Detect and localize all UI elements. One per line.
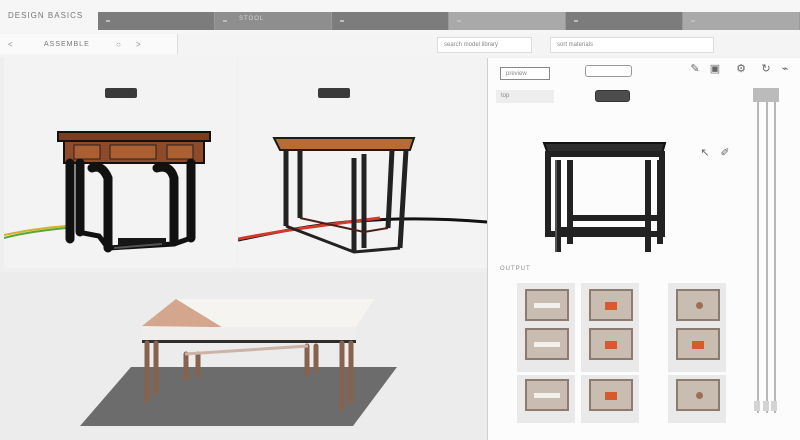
thumbnail-grid-cell[interactable] xyxy=(668,324,726,372)
thumbnail-grid-cell[interactable] xyxy=(517,375,575,423)
table-model-3 xyxy=(80,299,397,426)
thumbnail[interactable] xyxy=(589,289,633,321)
stool-preview xyxy=(542,142,667,252)
tab-3[interactable] xyxy=(332,12,449,30)
edit-icon[interactable]: ✎ xyxy=(688,62,702,76)
tab-5[interactable] xyxy=(566,12,683,30)
thumbnail[interactable] xyxy=(525,289,569,321)
tab-strip: STOOL xyxy=(98,12,800,30)
settings-icon[interactable]: ⚙ xyxy=(734,62,748,76)
thumbnail-grid-cell[interactable] xyxy=(668,375,726,423)
thumbnail-grid-cell[interactable] xyxy=(581,375,639,423)
view-dropdown[interactable]: preview xyxy=(500,67,550,80)
tab-2[interactable]: STOOL xyxy=(215,12,332,30)
tab-6[interactable] xyxy=(683,12,800,30)
thumbnail[interactable] xyxy=(589,328,633,360)
breadcrumb: < ASSEMBLE ○ > xyxy=(0,34,178,54)
thumbnail[interactable] xyxy=(525,379,569,411)
viewport-bottom[interactable] xyxy=(0,272,487,440)
table-model-2 xyxy=(237,137,488,254)
tab-4[interactable] xyxy=(449,12,566,30)
vertical-scrollbar-area[interactable] xyxy=(752,86,780,426)
thumbnail[interactable] xyxy=(525,328,569,360)
back-button[interactable]: < xyxy=(8,40,13,49)
thumbnail[interactable] xyxy=(676,328,720,360)
viewport-handle[interactable] xyxy=(105,88,137,98)
toolbar-pill[interactable] xyxy=(585,65,632,77)
canvas-area xyxy=(0,58,488,440)
viewport-top-right[interactable] xyxy=(237,58,488,268)
viewport-handle[interactable] xyxy=(318,88,350,98)
search-input[interactable]: search model library xyxy=(437,37,532,53)
thumbnail-grid-cell[interactable] xyxy=(581,324,639,372)
image-icon[interactable]: ▣ xyxy=(708,62,722,76)
thumbnail[interactable] xyxy=(676,379,720,411)
viewport-top-left[interactable] xyxy=(3,58,237,268)
spinner-icon: ○ xyxy=(116,40,121,49)
breadcrumb-label: ASSEMBLE xyxy=(44,41,90,48)
scroll-top-handle[interactable] xyxy=(753,88,779,102)
tab-label: STOOL xyxy=(239,16,265,22)
toolbar: < ASSEMBLE ○ > search model library sort… xyxy=(0,33,800,57)
forward-button[interactable]: > xyxy=(136,40,141,49)
sort-dropdown[interactable]: sort materials xyxy=(550,37,714,53)
wrench-icon[interactable]: ⌁ xyxy=(778,62,792,76)
thumbnail[interactable] xyxy=(589,379,633,411)
thumbnail-grid-cell[interactable] xyxy=(517,324,575,372)
top-bar: DESIGN BASICS STOOL xyxy=(0,0,800,33)
tab-1[interactable] xyxy=(98,12,215,30)
refresh-icon[interactable]: ↻ xyxy=(759,62,773,76)
thumbnail[interactable] xyxy=(676,289,720,321)
app-title: DESIGN BASICS xyxy=(8,11,84,20)
